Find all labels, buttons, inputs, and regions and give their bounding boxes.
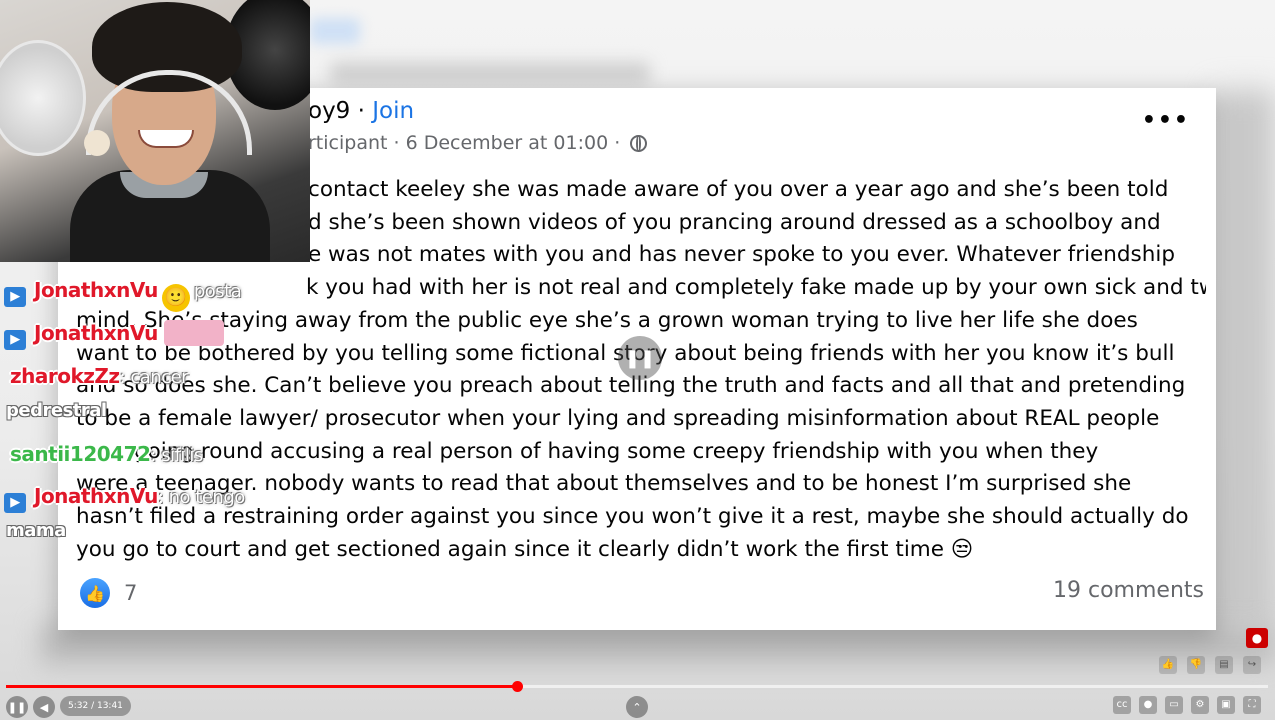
emote-image bbox=[164, 320, 225, 346]
microphone-graphic bbox=[84, 130, 110, 156]
chat-message: pedrestral bbox=[6, 400, 107, 421]
settings-gear-icon[interactable]: ⚙ bbox=[1191, 696, 1209, 714]
pause-icon[interactable]: ❚❚ bbox=[618, 336, 662, 380]
post-line: mind. She’s staying away from the public… bbox=[76, 307, 1138, 333]
post-author: oy9 · Join bbox=[308, 98, 415, 124]
platform-badge-icon: ▶ bbox=[4, 330, 26, 350]
player-right-controls: cc ● ▭ ⚙ ▣ ⛶ bbox=[1113, 696, 1261, 714]
captions-icon[interactable]: cc bbox=[1113, 696, 1131, 714]
platform-badge-icon: ▶ bbox=[4, 287, 26, 307]
video-player-controls: ❚❚ ◀ 5:32 / 13:41 ⌃ cc ● ▭ ⚙ ▣ ⛶ bbox=[0, 676, 1275, 720]
notification-badge-icon[interactable]: ● bbox=[1246, 628, 1268, 648]
join-link[interactable]: Join bbox=[372, 98, 414, 124]
progress-bar[interactable] bbox=[6, 681, 1268, 692]
thumbs-down-icon[interactable]: 👎 bbox=[1187, 656, 1205, 674]
chat-text: : cancer bbox=[119, 367, 189, 388]
post-line: k you had with her is not real and compl… bbox=[306, 275, 1206, 301]
blurred-element bbox=[330, 62, 650, 84]
chat-message: zharokzZz: cancer bbox=[10, 364, 189, 388]
thumbs-up-icon[interactable]: 👍 bbox=[1159, 656, 1177, 674]
post-line: going round accusing a real person of ha… bbox=[134, 438, 1099, 464]
progress-scrubber[interactable] bbox=[512, 681, 524, 692]
post-line: to be a female lawyer/ prosecutor when y… bbox=[76, 405, 1160, 431]
autoplay-toggle[interactable]: ● bbox=[1139, 696, 1157, 714]
comment-icon[interactable]: ▤ bbox=[1215, 656, 1233, 674]
post-meta-text: rticipant · 6 December at 01:00 · bbox=[308, 132, 621, 154]
chat-message: mama bbox=[6, 520, 66, 541]
like-count: 7 bbox=[124, 581, 138, 605]
progress-fill bbox=[6, 685, 518, 688]
chevron-up-icon[interactable]: ⌃ bbox=[626, 696, 648, 718]
thumbs-up-icon: 👍 bbox=[80, 578, 110, 608]
chat-username: JonathxnVu bbox=[34, 321, 158, 345]
card-shadow bbox=[1215, 90, 1275, 630]
author-name[interactable]: oy9 bbox=[308, 98, 350, 124]
emoji-face-icon: 🙂 bbox=[161, 284, 190, 312]
fan-graphic bbox=[0, 40, 86, 156]
reactions-summary[interactable]: 👍 7 bbox=[80, 578, 137, 608]
post-line: you go to court and get sectioned again … bbox=[76, 536, 974, 562]
post-meta: rticipant · 6 December at 01:00 · bbox=[308, 132, 648, 154]
comments-link[interactable]: 19 comments bbox=[1053, 578, 1204, 603]
chat-message: ▶ JonathxnVu 🙂 posta bbox=[4, 278, 242, 312]
chat-message: ▶ JonathxnVu: no tengo bbox=[4, 484, 245, 513]
post-line: hasn’t filed a restraining order against… bbox=[76, 504, 1189, 530]
platform-badge-icon: ▶ bbox=[4, 493, 26, 513]
share-icon[interactable]: ↪ bbox=[1243, 656, 1261, 674]
volume-icon[interactable]: ◀ bbox=[33, 696, 55, 718]
chat-username: zharokzZz bbox=[10, 364, 120, 388]
chat-message: santii120472: sifilis bbox=[10, 442, 203, 466]
chat-text: : no tengo bbox=[157, 487, 245, 508]
globe-icon bbox=[630, 135, 648, 152]
card-shadow bbox=[40, 625, 1275, 665]
chat-message: ▶ JonathxnVu bbox=[4, 320, 225, 350]
more-options-button[interactable]: ••• bbox=[1142, 108, 1190, 133]
fullscreen-icon[interactable]: ⛶ bbox=[1243, 696, 1261, 714]
chat-text: posta bbox=[193, 281, 242, 302]
pause-button[interactable]: ❚❚ bbox=[6, 696, 28, 718]
blurred-element bbox=[310, 18, 360, 44]
video-actions: 👍 👎 ▤ ↪ bbox=[1159, 656, 1261, 674]
subtitles-icon[interactable]: ▭ bbox=[1165, 696, 1183, 714]
chat-username: santii120472 bbox=[10, 442, 151, 466]
chat-text: : sifilis bbox=[150, 445, 203, 466]
chat-username: JonathxnVu bbox=[34, 278, 158, 302]
chat-username: JonathxnVu bbox=[34, 484, 158, 508]
miniplayer-icon[interactable]: ▣ bbox=[1217, 696, 1235, 714]
webcam-overlay bbox=[0, 0, 310, 262]
post-line: were a teenager. nobody wants to read th… bbox=[76, 471, 1132, 497]
time-display: 5:32 / 13:41 bbox=[60, 696, 131, 716]
